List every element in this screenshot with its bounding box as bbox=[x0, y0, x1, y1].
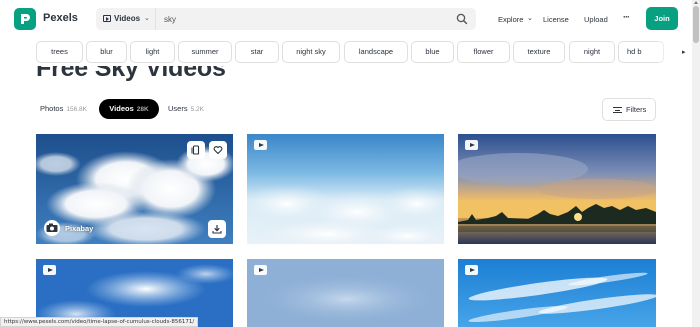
tag-chip[interactable]: summer bbox=[178, 41, 232, 63]
tab-count: 28K bbox=[136, 106, 149, 113]
tag-chip[interactable]: blur bbox=[86, 41, 127, 63]
video-badge-icon bbox=[465, 265, 478, 275]
video-badge-icon bbox=[254, 140, 267, 150]
join-button[interactable]: Join bbox=[646, 7, 678, 30]
license-link[interactable]: License bbox=[543, 15, 569, 24]
tab-users[interactable]: Users 5.2K bbox=[168, 99, 204, 119]
chevron-down-icon: ⌄ bbox=[144, 15, 150, 22]
search-input[interactable] bbox=[164, 12, 444, 26]
download-button[interactable] bbox=[208, 220, 226, 238]
more-icon[interactable]: ··· bbox=[623, 12, 630, 22]
tag-chip[interactable]: texture bbox=[513, 41, 565, 63]
search-type-label: Videos bbox=[114, 14, 141, 23]
tag-chip[interactable]: night bbox=[569, 41, 615, 63]
video-badge-icon bbox=[43, 265, 56, 275]
tab-videos[interactable]: Videos 28K bbox=[99, 99, 159, 119]
tag-chip[interactable]: landscape bbox=[344, 41, 408, 63]
scroll-up-arrow-icon[interactable] bbox=[694, 1, 698, 4]
download-icon bbox=[212, 225, 222, 234]
tag-chip[interactable]: star bbox=[235, 41, 279, 63]
video-thumbnail bbox=[247, 134, 444, 244]
filters-label: Filters bbox=[626, 105, 647, 114]
tag-chip[interactable]: light bbox=[130, 41, 175, 63]
chevron-down-icon[interactable]: ⌄ bbox=[527, 14, 533, 22]
video-badge-icon bbox=[465, 140, 478, 150]
explore-menu[interactable]: Explore bbox=[498, 15, 523, 24]
tab-label: Users bbox=[168, 104, 188, 113]
tab-count: 156.8K bbox=[66, 106, 87, 113]
search-bar: Videos ⌄ bbox=[96, 8, 476, 30]
video-thumbnail bbox=[458, 259, 656, 327]
tag-fade bbox=[655, 38, 692, 66]
camera-icon bbox=[46, 223, 58, 232]
tab-label: Photos bbox=[40, 104, 64, 113]
collection-icon bbox=[191, 145, 200, 155]
tab-photos[interactable]: Photos 156.8K bbox=[40, 99, 87, 119]
related-tags-bar: trees blur light summer star night sky l… bbox=[0, 38, 692, 66]
brand-name[interactable]: Pexels bbox=[43, 12, 78, 24]
author-avatar[interactable] bbox=[44, 220, 60, 236]
pexels-logo-icon[interactable] bbox=[14, 8, 36, 30]
tab-label: Videos bbox=[109, 104, 134, 113]
video-icon bbox=[103, 15, 111, 22]
video-card[interactable]: Pixabay bbox=[36, 134, 233, 244]
tag-chip[interactable]: blue bbox=[411, 41, 454, 63]
chevron-right-icon[interactable]: ▸ bbox=[682, 48, 686, 56]
video-badge-icon bbox=[254, 265, 267, 275]
tab-count: 5.2K bbox=[190, 106, 204, 113]
filter-icon bbox=[613, 107, 622, 113]
video-card[interactable] bbox=[247, 134, 444, 244]
video-thumbnail bbox=[458, 134, 656, 244]
tag-chip[interactable]: trees bbox=[36, 41, 83, 63]
tag-chip[interactable]: night sky bbox=[282, 41, 340, 63]
video-thumbnail bbox=[247, 259, 444, 327]
video-card[interactable] bbox=[247, 259, 444, 327]
video-card[interactable] bbox=[458, 134, 656, 244]
site-header: Pexels Videos ⌄ Explore ⌄ License Upload… bbox=[0, 0, 692, 38]
scroll-thumb[interactable] bbox=[693, 6, 699, 43]
upload-link[interactable]: Upload bbox=[584, 15, 608, 24]
like-button[interactable] bbox=[209, 141, 227, 159]
video-card[interactable] bbox=[458, 259, 656, 327]
filters-button[interactable]: Filters bbox=[602, 98, 656, 121]
author-name[interactable]: Pixabay bbox=[65, 224, 93, 233]
page-scrollbar[interactable] bbox=[692, 0, 700, 327]
status-bar-url: https://www.pexels.com/video/time-lapse-… bbox=[0, 317, 199, 327]
search-type-dropdown[interactable]: Videos ⌄ bbox=[96, 8, 156, 30]
heart-icon bbox=[213, 146, 223, 155]
search-icon[interactable] bbox=[456, 13, 468, 25]
collect-button[interactable] bbox=[187, 141, 205, 159]
tag-chip[interactable]: flower bbox=[457, 41, 510, 63]
